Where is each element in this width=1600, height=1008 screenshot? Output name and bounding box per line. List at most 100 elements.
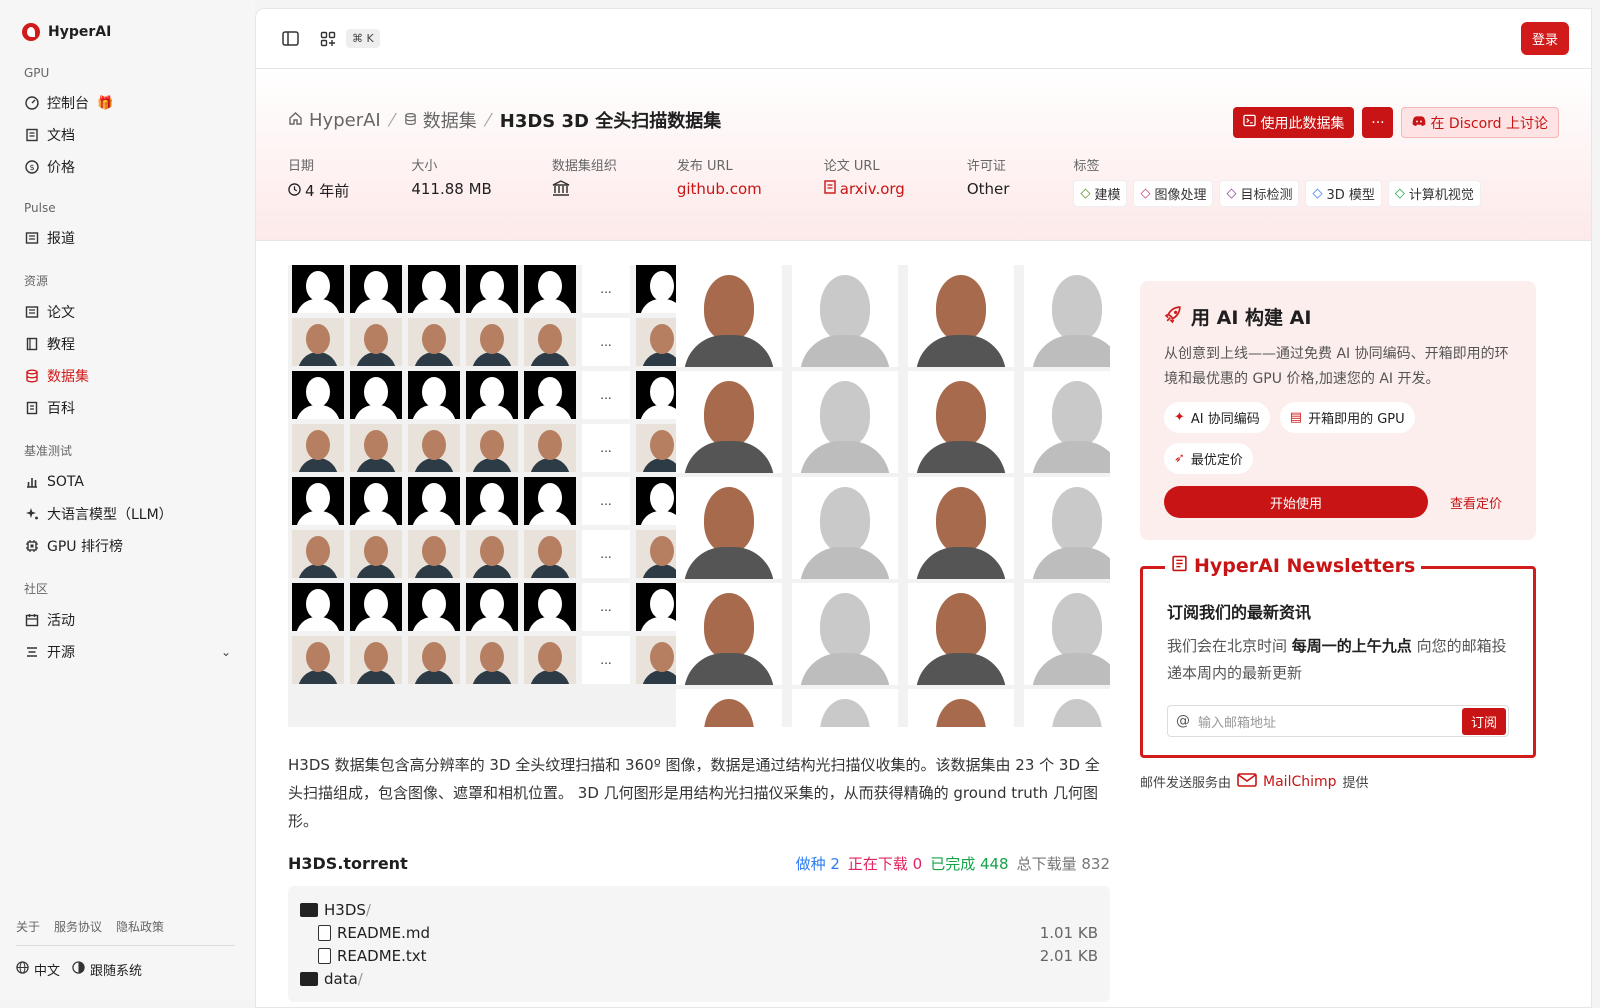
sidebar-item-news[interactable]: 报道 — [16, 222, 239, 254]
sidebar-item-papers[interactable]: 论文 — [16, 296, 239, 328]
sidebar-item-label: SOTA — [47, 474, 84, 490]
preview-cell — [292, 424, 344, 472]
login-button[interactable]: 登录 — [1520, 22, 1569, 55]
sidebar-item-gpu-leaderboard[interactable]: GPU 排行榜 — [16, 530, 239, 562]
image-mask-grid: ... ... ... ... ... ... ... ... — [292, 265, 688, 684]
file-row-folder[interactable]: data / — [300, 967, 1098, 990]
sidebar-item-sota[interactable]: SOTA — [16, 466, 239, 498]
tag-image-processing[interactable]: ◇ 图像处理 — [1133, 180, 1214, 207]
preview-cell — [466, 318, 518, 366]
scan-geometry-render — [792, 371, 898, 473]
right-column: 用 AI 构建 AI 从创意到上线——通过免费 AI 协同编码、开箱即用的环境和… — [1140, 281, 1536, 791]
tag-object-detection[interactable]: ◇ 目标检测 — [1219, 180, 1300, 207]
more-options-button[interactable]: ··· — [1362, 107, 1394, 138]
preview-ellipsis: ... — [582, 424, 630, 472]
svg-text:$: $ — [29, 163, 34, 172]
subscribe-button[interactable]: 订阅 — [1461, 707, 1506, 735]
discord-discuss-button[interactable]: 在 Discord 上讨论 — [1401, 107, 1559, 138]
footer-link-privacy[interactable]: 隐私政策 — [116, 918, 164, 935]
sidebar-item-wiki[interactable]: 百科 — [16, 392, 239, 424]
preview-cell — [408, 477, 460, 525]
meta-paper-value[interactable]: arxiv.org — [824, 180, 905, 198]
preview-cell — [408, 636, 460, 684]
view-pricing-link[interactable]: 查看定价 — [1450, 493, 1502, 512]
tag-computer-vision[interactable]: ◇ 计算机视觉 — [1387, 180, 1481, 207]
feature-chip-pricing: ➶ 最优定价 — [1164, 443, 1253, 474]
breadcrumb-home[interactable]: HyperAI — [288, 110, 381, 131]
preview-cell — [292, 265, 344, 313]
tag-3d-model[interactable]: ◇ 3D 模型 — [1305, 180, 1382, 207]
dataset-body: ... ... ... ... ... ... ... ... H3DS 数据集… — [256, 241, 1591, 1007]
sidebar-item-open-source[interactable]: 开源 ⌄ — [16, 636, 239, 668]
sidebar-item-tutorials[interactable]: 教程 — [16, 328, 239, 360]
preview-cell — [350, 530, 402, 578]
paper-icon — [25, 305, 39, 319]
preview-cell — [292, 318, 344, 366]
tag-label: 3D 模型 — [1326, 188, 1375, 203]
scan-texture-render — [676, 477, 782, 579]
release-url-link[interactable]: github.com — [677, 180, 762, 198]
language-switch[interactable]: 中文 — [16, 960, 60, 979]
encyclopedia-icon — [25, 401, 39, 415]
sidebar-item-pricing[interactable]: $ 价格 — [16, 151, 239, 183]
folder-icon — [300, 902, 318, 917]
section-title-pulse: Pulse — [24, 201, 56, 215]
meta-tags-label: 标签 — [1073, 159, 1100, 174]
email-placeholder[interactable]: 输入邮箱地址 — [1198, 712, 1276, 731]
file-row-folder[interactable]: H3DS / — [300, 898, 1098, 921]
meta-date-label: 日期 — [288, 159, 315, 174]
breadcrumb-datasets[interactable]: 数据集 — [404, 107, 477, 133]
language-label: 中文 — [34, 964, 61, 979]
use-dataset-button[interactable]: 使用此数据集 — [1233, 107, 1355, 138]
mailchimp-link[interactable]: MailChimp — [1263, 774, 1337, 790]
meta-release: 发布 URL github.com — [677, 155, 762, 207]
sidebar-item-label: 教程 — [47, 337, 75, 353]
scan-geometry-render — [792, 689, 898, 727]
footer-link-terms[interactable]: 服务协议 — [54, 918, 102, 935]
footer-settings: 中文 跟随系统 — [16, 960, 235, 979]
file-row[interactable]: README.md 1.01 KB — [300, 921, 1098, 944]
email-field[interactable]: @ 输入邮箱地址 订阅 — [1167, 705, 1509, 737]
sidebar-item-label: 文档 — [47, 128, 75, 144]
paper-url-link[interactable]: arxiv.org — [840, 180, 905, 198]
brand[interactable]: HyperAI — [16, 16, 239, 48]
theme-switch[interactable]: 跟随系统 — [72, 960, 142, 979]
dollar-circle-icon: $ — [25, 160, 39, 174]
command-shortcut[interactable]: ⌘ K — [346, 29, 380, 48]
preview-cell — [350, 636, 402, 684]
apps-grid-icon[interactable] — [316, 27, 340, 51]
sidebar-toggle-icon[interactable] — [278, 27, 302, 51]
sidebar-item-docs[interactable]: 文档 — [16, 119, 239, 151]
sidebar-item-llm[interactable]: 大语言模型（LLM） — [16, 498, 239, 530]
sidebar-item-events[interactable]: 活动 — [16, 604, 239, 636]
chevron-down-icon[interactable]: ⌄ — [221, 645, 231, 659]
scan-geometry-render — [792, 265, 898, 367]
completed-count: 已完成 448 — [930, 855, 1009, 873]
preview-cell — [350, 583, 402, 631]
tag-label: 目标检测 — [1240, 188, 1293, 203]
get-started-button[interactable]: 开始使用 — [1164, 486, 1428, 518]
promo-features: ✦ AI 协同编码 ▤ 开箱即用的 GPU ➶ 最优定价 — [1164, 402, 1512, 474]
footer-link-about[interactable]: 关于 — [16, 918, 40, 935]
scan-render-grid — [676, 265, 1110, 727]
file-size: 1.01 KB — [1039, 923, 1098, 942]
torrent-stats: 做种 2 正在下载 0 已完成 448 总下载量 832 — [796, 853, 1110, 874]
tag-modeling[interactable]: ◇ 建模 — [1073, 180, 1128, 207]
meta-org-label: 数据集组织 — [551, 159, 617, 174]
clock-icon — [288, 182, 301, 200]
scan-geometry-render — [1024, 477, 1110, 579]
rocket-icon: ➶ — [1174, 451, 1185, 466]
torrent-title[interactable]: H3DS.torrent — [288, 854, 408, 873]
topbar: ⌘ K 登录 — [256, 9, 1591, 69]
preview-cell — [466, 424, 518, 472]
torrent-header: H3DS.torrent 做种 2 正在下载 0 已完成 448 总下载量 83… — [288, 853, 1110, 874]
sidebar-item-console[interactable]: 控制台 🎁 — [16, 87, 239, 119]
file-row[interactable]: README.txt 2.01 KB — [300, 944, 1098, 967]
document-icon — [25, 128, 39, 142]
bar-chart-icon — [25, 475, 39, 489]
breadcrumb-datasets-label: 数据集 — [422, 111, 477, 132]
file-name: H3DS — [324, 900, 366, 919]
header-actions: 使用此数据集 ··· 在 Discord 上讨论 — [1233, 107, 1559, 138]
sidebar-item-datasets[interactable]: 数据集 — [16, 360, 239, 392]
meta-license-value: Other — [966, 180, 1010, 198]
